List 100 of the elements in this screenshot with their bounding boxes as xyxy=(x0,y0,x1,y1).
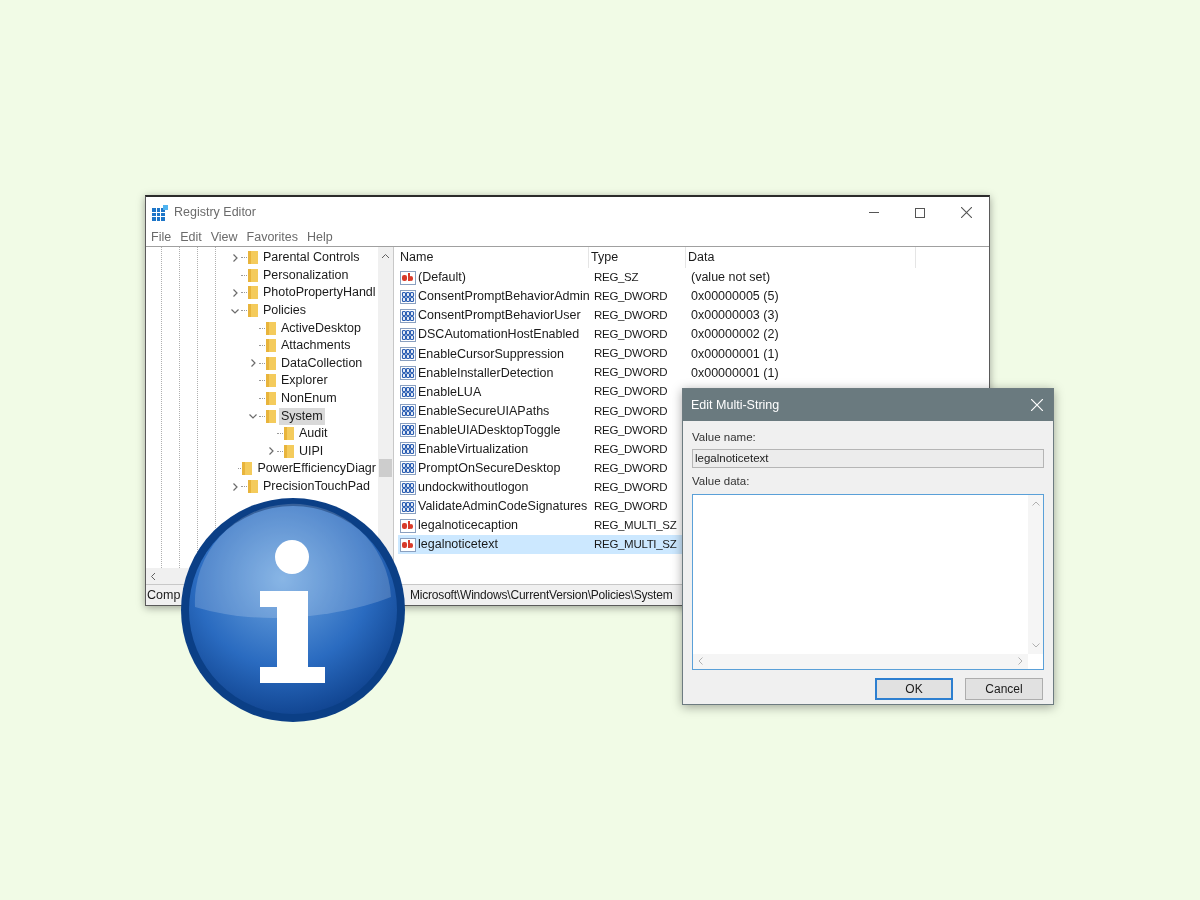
value-type: REG_DWORD xyxy=(593,327,669,343)
value-type: REG_DWORD xyxy=(593,460,669,476)
value-type: REG_DWORD xyxy=(593,422,669,438)
value-type: REG_MULTI_SZ xyxy=(593,537,678,553)
value-name: ConsentPromptBehaviorAdmin xyxy=(418,288,590,306)
folder-icon xyxy=(248,286,258,300)
binary-value-icon xyxy=(400,327,416,342)
app-icon xyxy=(152,204,168,221)
folder-icon xyxy=(266,409,276,423)
column-header[interactable]: Data xyxy=(686,247,916,268)
value-name: EnableCursorSuppression xyxy=(418,345,564,363)
status-text: Comp xyxy=(146,586,182,604)
column-header[interactable]: Type xyxy=(589,247,686,268)
tree-item[interactable]: PowerEfficiencyDiagr xyxy=(255,460,378,478)
tree-item[interactable]: DataCollection xyxy=(279,354,365,372)
value-data: 0x00000005 (5) xyxy=(690,288,779,306)
binary-value-icon xyxy=(400,461,416,476)
value-row[interactable]: ConsentPromptBehaviorUser REG_DWORD 0x00000003 (3) xyxy=(398,306,916,326)
tree-item[interactable]: ActiveDesktop xyxy=(279,319,363,337)
tree-item[interactable]: NonEnum xyxy=(279,390,339,408)
value-data-field[interactable] xyxy=(692,493,1044,670)
expander-icon[interactable] xyxy=(266,446,276,457)
tree-item[interactable]: Policies xyxy=(261,302,309,320)
folder-icon xyxy=(266,392,276,406)
maximize-icon xyxy=(915,207,925,218)
dialog-title: Edit Multi-String xyxy=(691,396,780,414)
binary-value-icon xyxy=(400,480,416,495)
value-name: EnableLUA xyxy=(418,383,482,401)
value-name: EnableSecureUIAPaths xyxy=(418,402,550,420)
scrollbar-thumb[interactable] xyxy=(379,459,392,477)
value-name: ConsentPromptBehaviorUser xyxy=(418,307,581,325)
value-name: (Default) xyxy=(418,269,466,287)
value-type: REG_DWORD xyxy=(593,499,669,515)
column-header[interactable]: Name xyxy=(398,247,589,268)
close-icon xyxy=(1031,399,1043,411)
value-type: REG_DWORD xyxy=(593,365,669,381)
value-type: REG_DWORD xyxy=(593,308,669,324)
menu-item[interactable]: Favorites xyxy=(246,227,298,247)
folder-icon xyxy=(266,339,276,353)
scroll-up-icon xyxy=(1031,500,1040,506)
value-type: REG_DWORD xyxy=(593,289,669,304)
menu-item[interactable]: File xyxy=(151,227,172,247)
tree-item[interactable]: Explorer xyxy=(279,372,330,390)
value-name: PromptOnSecureDesktop xyxy=(418,460,561,478)
value-data: 0x00000001 (1) xyxy=(690,364,779,382)
value-row[interactable]: ConsentPromptBehaviorAdmin REG_DWORD 0x00000005 (5) xyxy=(398,287,916,307)
binary-value-icon xyxy=(400,423,416,438)
value-name: legalnoticetext xyxy=(418,536,498,554)
value-row[interactable]: EnableCursorSuppression REG_DWORD 0x00000001 (1) xyxy=(398,344,916,364)
value-type: REG_DWORD xyxy=(593,479,669,495)
value-name: EnableVirtualization xyxy=(418,441,529,458)
tree-item[interactable]: Attachments xyxy=(279,337,353,355)
field-label: Value data: xyxy=(692,474,751,490)
expander-icon[interactable] xyxy=(230,481,240,492)
value-data: 0x00000003 (3) xyxy=(690,307,779,325)
binary-value-icon xyxy=(400,346,416,361)
tree-item[interactable]: PhotoPropertyHandl xyxy=(261,284,378,302)
field-label: Value name: xyxy=(692,430,757,445)
value-row[interactable]: legalnoticecaption REG_MULTI_SZ xyxy=(398,516,916,536)
string-value-icon xyxy=(400,537,416,552)
value-data: (value not set) xyxy=(690,269,771,287)
binary-value-icon xyxy=(400,385,416,400)
folder-icon xyxy=(248,251,258,265)
folder-icon xyxy=(266,374,276,388)
value-type: REG_DWORD xyxy=(593,384,669,400)
tree-item[interactable]: Personalization xyxy=(261,266,351,284)
folder-icon xyxy=(248,480,258,493)
value-name: EnableInstallerDetection xyxy=(418,364,554,382)
value-data: 0x00000001 (1) xyxy=(690,345,779,363)
menu-item[interactable]: Help xyxy=(307,227,333,247)
scroll-up-icon xyxy=(381,253,390,259)
menu-item[interactable]: View xyxy=(210,227,238,247)
folder-icon xyxy=(266,356,276,370)
binary-value-icon xyxy=(400,366,416,380)
binary-value-icon xyxy=(400,308,416,323)
value-type: REG_DWORD xyxy=(593,403,669,419)
tree-item[interactable]: Parental Controls xyxy=(261,249,362,267)
binary-value-icon xyxy=(400,442,416,457)
expander-icon[interactable] xyxy=(248,358,258,369)
expander-icon[interactable] xyxy=(230,252,240,263)
tree-item[interactable]: System xyxy=(279,407,325,425)
value-type: REG_DWORD xyxy=(593,441,669,457)
binary-value-icon xyxy=(400,289,416,304)
value-name-field[interactable]: legalnoticetext xyxy=(692,449,1044,469)
cancel-button[interactable]: Cancel xyxy=(965,677,1043,700)
value-name: EnableUIADesktopToggle xyxy=(418,421,561,439)
value-row[interactable]: (Default) REG_SZ (value not set) xyxy=(398,268,916,288)
value-row[interactable]: ValidateAdminCodeSignatures REG_DWORD xyxy=(398,497,916,517)
value-name: legalnoticecaption xyxy=(418,517,519,535)
tree-item[interactable]: Audit xyxy=(297,425,330,443)
tree-item[interactable]: PrecisionTouchPad xyxy=(261,478,372,495)
menu-item[interactable]: Edit xyxy=(180,227,202,247)
scroll-right-icon xyxy=(1018,657,1023,665)
folder-icon xyxy=(284,444,294,458)
value-row[interactable]: DSCAutomationHostEnabled REG_DWORD 0x00000002 (2) xyxy=(398,325,916,345)
window-title: Registry Editor xyxy=(174,204,256,222)
value-row[interactable]: EnableInstallerDetection REG_DWORD 0x00000001 (1) xyxy=(398,363,916,383)
ok-button[interactable]: OK xyxy=(875,677,953,700)
expander-icon[interactable] xyxy=(230,288,240,298)
tree-item[interactable]: UIPI xyxy=(297,442,326,460)
